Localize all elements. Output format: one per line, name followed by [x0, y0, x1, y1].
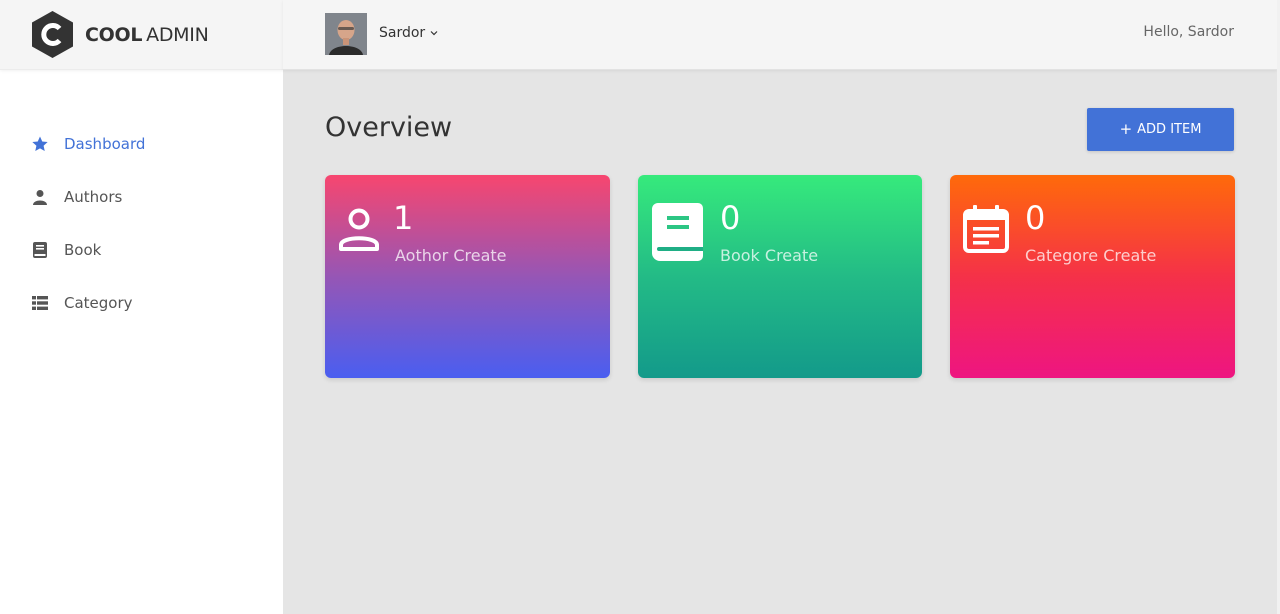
user-menu[interactable]: Sardor	[379, 25, 438, 41]
sidebar-item-label: Dashboard	[64, 134, 146, 153]
book-icon	[652, 203, 703, 261]
card-count: 1	[393, 199, 414, 237]
stat-card-categories[interactable]: 0 Categore Create	[950, 175, 1235, 378]
sidebar-item-authors[interactable]: Authors	[0, 170, 283, 223]
card-count: 0	[720, 199, 741, 237]
stat-card-authors[interactable]: 1 Aothor Create	[325, 175, 610, 378]
card-label: Book Create	[720, 246, 819, 265]
sidebar-item-label: Book	[64, 240, 102, 259]
add-item-button[interactable]: + ADD ITEM	[1087, 108, 1234, 151]
user-icon	[31, 188, 49, 206]
page-title: Overview	[325, 112, 453, 143]
book-icon	[31, 241, 49, 259]
logo-text: COOL ADMIN	[85, 24, 209, 46]
logo[interactable]: COOL ADMIN	[0, 0, 283, 70]
sidebar-item-category[interactable]: Category	[0, 276, 283, 329]
sidebar-item-book[interactable]: Book	[0, 223, 283, 276]
sidebar-item-dashboard[interactable]: Dashboard	[0, 117, 283, 170]
top-header: Sardor Hello, Sardor	[283, 0, 1277, 70]
add-item-label: ADD ITEM	[1137, 122, 1202, 137]
sidebar: COOL ADMIN Dashboard Authors Book Catego…	[0, 0, 283, 614]
sidebar-item-label: Authors	[64, 187, 123, 206]
user-name: Sardor	[379, 25, 426, 41]
sidebar-nav: Dashboard Authors Book Category	[0, 117, 283, 329]
logo-hexagon-icon	[32, 11, 73, 58]
sidebar-item-label: Category	[64, 293, 133, 312]
logo-text-light: ADMIN	[146, 23, 209, 46]
list-icon	[31, 294, 49, 312]
logo-text-bold: COOL	[85, 23, 143, 46]
chevron-down-icon	[430, 31, 438, 36]
plus-icon: +	[1119, 120, 1133, 138]
card-label: Categore Create	[1025, 246, 1157, 265]
star-icon	[31, 135, 49, 153]
person-outline-icon	[339, 208, 379, 251]
card-count: 0	[1025, 199, 1046, 237]
card-label: Aothor Create	[395, 246, 507, 265]
greeting: Hello, Sardor	[1143, 24, 1234, 40]
avatar[interactable]	[325, 13, 367, 55]
stat-card-books[interactable]: 0 Book Create	[638, 175, 922, 378]
calendar-icon	[963, 205, 1009, 253]
